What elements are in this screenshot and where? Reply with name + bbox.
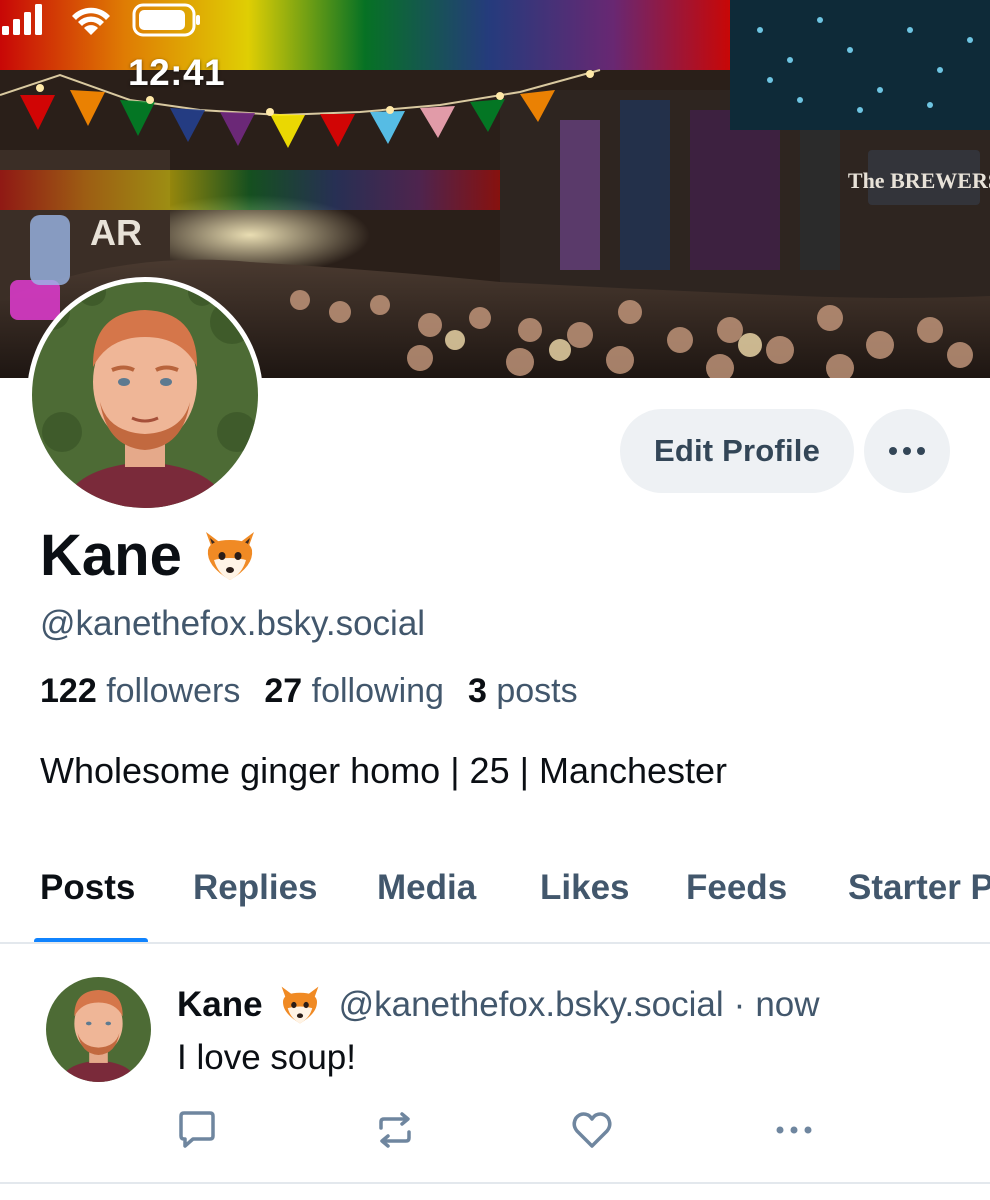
tab-media[interactable]: Media — [377, 868, 476, 908]
status-time: 12:41 — [128, 52, 226, 93]
followers-link[interactable]: 122 followers — [40, 672, 240, 711]
profile-handle: @kanethefox.bsky.social — [40, 604, 426, 643]
battery-icon — [132, 3, 200, 37]
fox-emoji-icon — [205, 531, 254, 580]
wifi-icon — [72, 7, 110, 35]
post-timestamp[interactable]: now — [755, 985, 819, 1025]
profile-more-button[interactable] — [864, 409, 950, 493]
profile-avatar[interactable] — [27, 277, 263, 513]
active-tab-indicator — [34, 938, 148, 942]
signal-icon — [2, 4, 42, 35]
following-label: following — [311, 672, 444, 710]
avatar-photo — [32, 282, 258, 508]
repost-icon[interactable] — [371, 1106, 419, 1154]
post-header: Kane @kanethefox.bsky.social · now — [177, 982, 820, 1028]
display-name-text: Kane — [40, 523, 182, 588]
tab-starter-packs[interactable]: Starter Packs — [848, 868, 990, 908]
display-name: Kane — [40, 522, 260, 589]
post-author-name[interactable]: Kane — [177, 985, 263, 1025]
pub-sign: The BREWERS — [848, 168, 990, 193]
post-separator: · — [733, 985, 746, 1024]
posts-label: posts — [496, 672, 578, 710]
following-link[interactable]: 27 following — [264, 672, 444, 711]
posts-stat: 3 posts — [468, 672, 578, 711]
post-text: I love soup! — [177, 1038, 356, 1077]
post-avatar[interactable] — [46, 977, 151, 1082]
like-icon[interactable] — [568, 1106, 616, 1154]
posts-count: 3 — [467, 672, 487, 710]
reply-icon[interactable] — [173, 1106, 221, 1154]
tab-posts[interactable]: Posts — [40, 868, 135, 908]
followers-count: 122 — [40, 672, 97, 710]
followers-label: followers — [106, 672, 241, 710]
following-count: 27 — [264, 672, 303, 710]
profile-tabs: Posts Replies Media Likes Feeds Starter … — [0, 844, 990, 944]
post-author-handle[interactable]: @kanethefox.bsky.social — [339, 985, 724, 1025]
bar-sign: AR — [90, 212, 142, 253]
status-icons — [2, 3, 200, 37]
tab-likes[interactable]: Likes — [540, 868, 630, 908]
tab-replies[interactable]: Replies — [193, 868, 318, 908]
profile-stats: 122 followers 27 following 3 posts — [40, 672, 578, 711]
post-avatar-photo — [46, 977, 151, 1082]
tab-feeds[interactable]: Feeds — [686, 868, 787, 908]
fox-emoji-icon — [281, 986, 318, 1024]
post-actions — [0, 1100, 990, 1160]
edit-profile-button[interactable]: Edit Profile — [620, 409, 854, 493]
post-divider — [0, 1182, 990, 1184]
profile-bio: Wholesome ginger homo | 25 | Manchester — [40, 750, 728, 791]
post-more-icon[interactable] — [770, 1106, 818, 1154]
more-icon — [889, 447, 925, 455]
